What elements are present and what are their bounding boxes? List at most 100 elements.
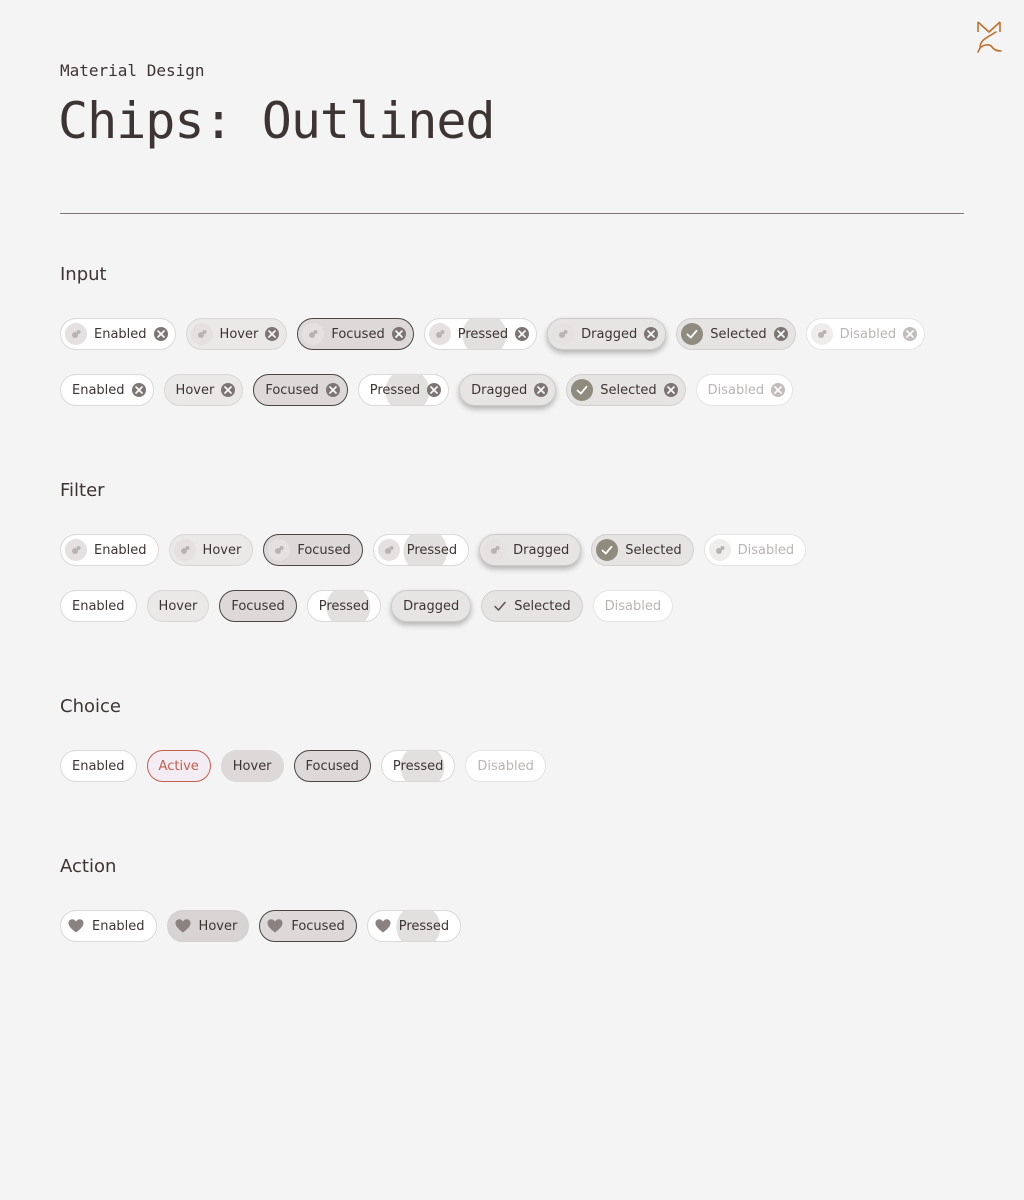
divider [60,213,964,214]
section-title-action: Action [60,856,117,877]
chip-label: Focused [297,542,351,558]
chip-label: Disabled [707,382,765,398]
input-chip-dragged[interactable]: Dragged [547,318,667,350]
chip-label: Disabled [477,758,534,774]
chip-label: Disabled [839,326,897,342]
action-chip-enabled[interactable]: Enabled [60,910,157,942]
filter-chip-hover[interactable]: Hover [146,590,210,622]
choice-chip-hover[interactable]: Hover [220,750,284,782]
chip-label: Selected [514,598,571,614]
close-circle-icon[interactable] [534,383,549,397]
filter-chip-dragged[interactable]: Dragged [479,534,582,566]
filter-chip-disabled: Disabled [592,590,674,622]
avatar-icon [377,539,400,561]
close-circle-icon [903,327,918,341]
chip-label: Enabled [94,542,147,558]
chip-label: Dragged [581,326,638,342]
choice-chip-disabled: Disabled [465,750,546,782]
check-icon [596,539,619,561]
close-circle-icon[interactable] [131,383,146,397]
filter-chip-enabled[interactable]: Enabled [60,590,137,622]
action-chip-hover[interactable]: Hover [166,910,250,942]
action-chip-pressed[interactable]: Pressed [366,910,462,942]
input-chip-hover[interactable]: Hover [185,318,288,350]
choice-chip-enabled[interactable]: Enabled [60,750,137,782]
avatar-icon [173,539,196,561]
filter-chips-row-plain: Enabled Hover Focused Pressed Dragged Se… [60,589,674,623]
close-circle-icon[interactable] [427,383,442,397]
chip-label: Dragged [471,382,528,398]
input-chip-dragged[interactable]: Dragged [459,374,557,406]
choice-chip-focused[interactable]: Focused [293,750,371,782]
chip-label: Enabled [92,918,145,934]
avatar-icon [484,539,507,561]
chip-label: Focused [231,598,285,614]
chip-label: Selected [600,382,657,398]
heart-icon [67,917,85,935]
heart-icon [174,917,192,935]
close-circle-icon[interactable] [221,383,236,397]
chip-label: Hover [202,542,242,558]
chip-label: Focused [265,382,319,398]
chip-label: Pressed [406,542,458,558]
avatar-icon [708,539,731,561]
check-icon [681,323,704,345]
page-title: Chips: Outlined [58,92,496,150]
chip-label: Hover [158,598,198,614]
close-circle-icon[interactable] [663,383,678,397]
section-title-filter: Filter [60,480,105,501]
chip-label: Active [158,758,199,774]
input-chip-pressed[interactable]: Pressed [357,374,450,406]
input-chip-disabled: Disabled [805,318,926,350]
input-chip-pressed[interactable]: Pressed [423,318,538,350]
close-circle-icon [771,383,786,397]
close-circle-icon[interactable] [773,327,788,341]
chip-label: Pressed [398,918,450,934]
chip-label: Pressed [369,382,421,398]
chip-label: Hover [232,758,272,774]
close-circle-icon[interactable] [265,327,280,341]
close-circle-icon[interactable] [325,383,340,397]
chip-label: Pressed [392,758,444,774]
avatar-icon [810,323,833,345]
choice-chip-active[interactable]: Active [146,750,211,782]
choice-chips-row: Enabled Active Hover Focused Pressed Dis… [60,749,546,783]
brand-logo-icon [977,21,1002,53]
chip-label: Enabled [72,382,125,398]
filter-chip-selected[interactable]: Selected [481,590,583,622]
chip-label: Pressed [457,326,509,342]
avatar-icon [190,323,213,345]
chip-label: Focused [291,918,345,934]
action-chips-row: Enabled Hover Focused Pressed [60,909,462,943]
filter-chips-row-with-avatar: Enabled Hover Focused Pressed Dragged Se… [60,533,807,567]
close-circle-icon[interactable] [644,327,659,341]
filter-chip-focused[interactable]: Focused [219,590,297,622]
close-circle-icon[interactable] [153,327,168,341]
filter-chip-enabled[interactable]: Enabled [60,534,159,566]
close-circle-icon[interactable] [515,327,530,341]
input-chip-selected[interactable]: Selected [676,318,796,350]
avatar-icon [65,323,87,345]
input-chip-enabled[interactable]: Enabled [60,318,176,350]
filter-chip-dragged[interactable]: Dragged [391,590,472,622]
filter-chip-focused[interactable]: Focused [263,534,363,566]
heart-icon [374,917,392,935]
input-chip-enabled[interactable]: Enabled [60,374,154,406]
choice-chip-pressed[interactable]: Pressed [380,750,456,782]
input-chip-focused[interactable]: Focused [297,318,414,350]
section-title-choice: Choice [60,696,121,717]
filter-chip-selected[interactable]: Selected [591,534,694,566]
close-circle-icon[interactable] [391,327,406,341]
avatar-icon [302,323,325,345]
input-chip-hover[interactable]: Hover [163,374,244,406]
check-icon [493,599,507,613]
action-chip-focused[interactable]: Focused [259,910,357,942]
filter-chip-hover[interactable]: Hover [168,534,254,566]
avatar-icon [65,539,87,561]
input-chip-selected[interactable]: Selected [566,374,686,406]
chip-label: Hover [198,918,238,934]
chip-label: Focused [331,326,385,342]
filter-chip-pressed[interactable]: Pressed [372,534,470,566]
filter-chip-pressed[interactable]: Pressed [306,590,382,622]
input-chip-focused[interactable]: Focused [253,374,348,406]
